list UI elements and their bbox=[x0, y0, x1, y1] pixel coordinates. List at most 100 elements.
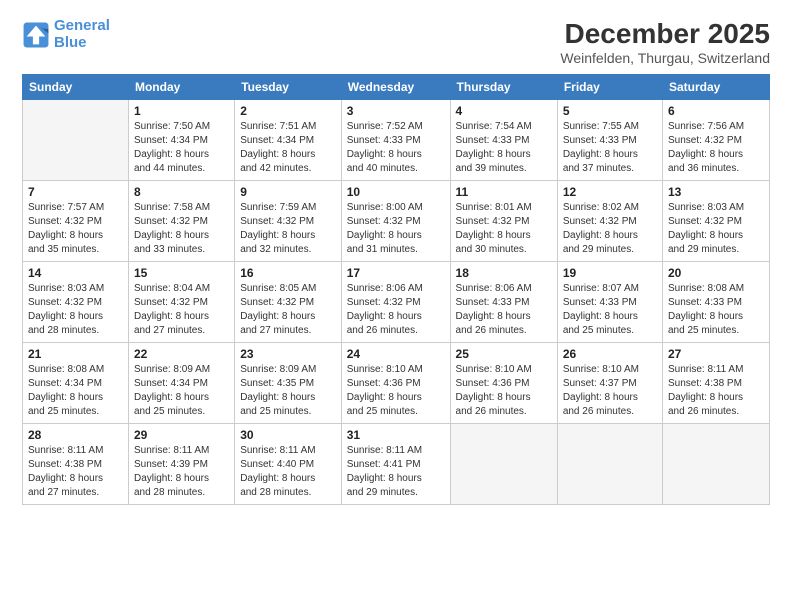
day-number: 17 bbox=[347, 266, 445, 280]
calendar-cell: 1 Sunrise: 7:50 AM Sunset: 4:34 PM Daylig… bbox=[128, 100, 234, 181]
calendar-header-tuesday: Tuesday bbox=[235, 75, 342, 100]
calendar-cell: 8 Sunrise: 7:58 AM Sunset: 4:32 PM Daylig… bbox=[128, 181, 234, 262]
day-info: Sunrise: 7:56 AM Sunset: 4:32 PM Dayligh… bbox=[668, 120, 764, 176]
day-info: Sunrise: 8:10 AM Sunset: 4:37 PM Dayligh… bbox=[563, 363, 657, 419]
day-number: 3 bbox=[347, 104, 445, 118]
calendar-cell: 6 Sunrise: 7:56 AM Sunset: 4:32 PM Daylig… bbox=[662, 100, 769, 181]
calendar-cell: 28Sunrise: 8:11 AM Sunset: 4:38 PM Dayli… bbox=[23, 424, 129, 505]
calendar: SundayMondayTuesdayWednesdayThursdayFrid… bbox=[22, 74, 770, 505]
day-number: 4 bbox=[456, 104, 552, 118]
calendar-cell: 4 Sunrise: 7:54 AM Sunset: 4:33 PM Daylig… bbox=[450, 100, 557, 181]
calendar-cell bbox=[662, 424, 769, 505]
day-number: 8 bbox=[134, 185, 229, 199]
day-number: 30 bbox=[240, 428, 336, 442]
day-info: Sunrise: 7:55 AM Sunset: 4:33 PM Dayligh… bbox=[563, 120, 657, 176]
day-number: 31 bbox=[347, 428, 445, 442]
calendar-cell: 15Sunrise: 8:04 AM Sunset: 4:32 PM Dayli… bbox=[128, 262, 234, 343]
title-section: December 2025 Weinfelden, Thurgau, Switz… bbox=[560, 18, 770, 66]
day-number: 24 bbox=[347, 347, 445, 361]
day-info: Sunrise: 8:11 AM Sunset: 4:38 PM Dayligh… bbox=[668, 363, 764, 419]
day-info: Sunrise: 7:58 AM Sunset: 4:32 PM Dayligh… bbox=[134, 201, 229, 257]
calendar-cell: 3 Sunrise: 7:52 AM Sunset: 4:33 PM Daylig… bbox=[341, 100, 450, 181]
calendar-cell: 25 Sunrise: 8:10 AM Sunset: 4:36 PM Dayli… bbox=[450, 343, 557, 424]
calendar-header-monday: Monday bbox=[128, 75, 234, 100]
day-info: Sunrise: 7:51 AM Sunset: 4:34 PM Dayligh… bbox=[240, 120, 336, 176]
calendar-header-friday: Friday bbox=[557, 75, 662, 100]
day-number: 22 bbox=[134, 347, 229, 361]
day-info: Sunrise: 8:11 AM Sunset: 4:41 PM Dayligh… bbox=[347, 444, 445, 500]
day-info: Sunrise: 8:11 AM Sunset: 4:40 PM Dayligh… bbox=[240, 444, 336, 500]
day-number: 10 bbox=[347, 185, 445, 199]
calendar-cell: 16 Sunrise: 8:05 AM Sunset: 4:32 PM Dayli… bbox=[235, 262, 342, 343]
subtitle: Weinfelden, Thurgau, Switzerland bbox=[560, 50, 770, 66]
day-number: 23 bbox=[240, 347, 336, 361]
day-info: Sunrise: 8:09 AM Sunset: 4:35 PM Dayligh… bbox=[240, 363, 336, 419]
calendar-cell: 19Sunrise: 8:07 AM Sunset: 4:33 PM Dayli… bbox=[557, 262, 662, 343]
day-number: 27 bbox=[668, 347, 764, 361]
day-info: Sunrise: 8:11 AM Sunset: 4:39 PM Dayligh… bbox=[134, 444, 229, 500]
main-title: December 2025 bbox=[560, 18, 770, 50]
day-number: 14 bbox=[28, 266, 123, 280]
calendar-header-sunday: Sunday bbox=[23, 75, 129, 100]
day-number: 2 bbox=[240, 104, 336, 118]
calendar-cell: 22Sunrise: 8:09 AM Sunset: 4:34 PM Dayli… bbox=[128, 343, 234, 424]
day-number: 9 bbox=[240, 185, 336, 199]
calendar-cell: 20 Sunrise: 8:08 AM Sunset: 4:33 PM Dayli… bbox=[662, 262, 769, 343]
calendar-cell: 14Sunrise: 8:03 AM Sunset: 4:32 PM Dayli… bbox=[23, 262, 129, 343]
day-number: 29 bbox=[134, 428, 229, 442]
calendar-header-thursday: Thursday bbox=[450, 75, 557, 100]
calendar-cell bbox=[450, 424, 557, 505]
day-info: Sunrise: 8:08 AM Sunset: 4:34 PM Dayligh… bbox=[28, 363, 123, 419]
day-number: 15 bbox=[134, 266, 229, 280]
logo-line1: General bbox=[54, 17, 110, 34]
day-number: 19 bbox=[563, 266, 657, 280]
calendar-cell: 7Sunrise: 7:57 AM Sunset: 4:32 PM Daylig… bbox=[23, 181, 129, 262]
day-info: Sunrise: 8:03 AM Sunset: 4:32 PM Dayligh… bbox=[668, 201, 764, 257]
day-info: Sunrise: 8:10 AM Sunset: 4:36 PM Dayligh… bbox=[456, 363, 552, 419]
day-info: Sunrise: 8:01 AM Sunset: 4:32 PM Dayligh… bbox=[456, 201, 552, 257]
calendar-cell: 10Sunrise: 8:00 AM Sunset: 4:32 PM Dayli… bbox=[341, 181, 450, 262]
calendar-cell: 12Sunrise: 8:02 AM Sunset: 4:32 PM Dayli… bbox=[557, 181, 662, 262]
calendar-cell: 13 Sunrise: 8:03 AM Sunset: 4:32 PM Dayli… bbox=[662, 181, 769, 262]
day-info: Sunrise: 8:06 AM Sunset: 4:32 PM Dayligh… bbox=[347, 282, 445, 338]
calendar-week-3: 14Sunrise: 8:03 AM Sunset: 4:32 PM Dayli… bbox=[23, 262, 770, 343]
logo: General Blue bbox=[22, 18, 110, 51]
day-number: 13 bbox=[668, 185, 764, 199]
calendar-cell: 17 Sunrise: 8:06 AM Sunset: 4:32 PM Dayli… bbox=[341, 262, 450, 343]
calendar-header-saturday: Saturday bbox=[662, 75, 769, 100]
calendar-cell bbox=[23, 100, 129, 181]
calendar-header-wednesday: Wednesday bbox=[341, 75, 450, 100]
calendar-week-1: 1 Sunrise: 7:50 AM Sunset: 4:34 PM Daylig… bbox=[23, 100, 770, 181]
day-number: 25 bbox=[456, 347, 552, 361]
day-number: 16 bbox=[240, 266, 336, 280]
page: General Blue December 2025 Weinfelden, T… bbox=[0, 0, 792, 612]
calendar-cell: 29 Sunrise: 8:11 AM Sunset: 4:39 PM Dayli… bbox=[128, 424, 234, 505]
day-number: 1 bbox=[134, 104, 229, 118]
day-info: Sunrise: 7:54 AM Sunset: 4:33 PM Dayligh… bbox=[456, 120, 552, 176]
day-number: 28 bbox=[28, 428, 123, 442]
calendar-cell: 21 Sunrise: 8:08 AM Sunset: 4:34 PM Dayli… bbox=[23, 343, 129, 424]
calendar-cell: 18Sunrise: 8:06 AM Sunset: 4:33 PM Dayli… bbox=[450, 262, 557, 343]
calendar-week-4: 21 Sunrise: 8:08 AM Sunset: 4:34 PM Dayli… bbox=[23, 343, 770, 424]
calendar-week-5: 28Sunrise: 8:11 AM Sunset: 4:38 PM Dayli… bbox=[23, 424, 770, 505]
day-number: 6 bbox=[668, 104, 764, 118]
calendar-cell bbox=[557, 424, 662, 505]
calendar-cell: 2 Sunrise: 7:51 AM Sunset: 4:34 PM Daylig… bbox=[235, 100, 342, 181]
calendar-cell: 23 Sunrise: 8:09 AM Sunset: 4:35 PM Dayli… bbox=[235, 343, 342, 424]
day-info: Sunrise: 7:50 AM Sunset: 4:34 PM Dayligh… bbox=[134, 120, 229, 176]
day-info: Sunrise: 7:57 AM Sunset: 4:32 PM Dayligh… bbox=[28, 201, 123, 257]
day-number: 20 bbox=[668, 266, 764, 280]
day-info: Sunrise: 8:08 AM Sunset: 4:33 PM Dayligh… bbox=[668, 282, 764, 338]
logo-line2: Blue bbox=[54, 34, 87, 51]
day-info: Sunrise: 7:52 AM Sunset: 4:33 PM Dayligh… bbox=[347, 120, 445, 176]
day-info: Sunrise: 8:10 AM Sunset: 4:36 PM Dayligh… bbox=[347, 363, 445, 419]
day-number: 18 bbox=[456, 266, 552, 280]
day-number: 21 bbox=[28, 347, 123, 361]
day-info: Sunrise: 8:05 AM Sunset: 4:32 PM Dayligh… bbox=[240, 282, 336, 338]
calendar-cell: 11Sunrise: 8:01 AM Sunset: 4:32 PM Dayli… bbox=[450, 181, 557, 262]
day-info: Sunrise: 7:59 AM Sunset: 4:32 PM Dayligh… bbox=[240, 201, 336, 257]
day-number: 5 bbox=[563, 104, 657, 118]
calendar-week-2: 7Sunrise: 7:57 AM Sunset: 4:32 PM Daylig… bbox=[23, 181, 770, 262]
calendar-cell: 24 Sunrise: 8:10 AM Sunset: 4:36 PM Dayli… bbox=[341, 343, 450, 424]
day-number: 26 bbox=[563, 347, 657, 361]
